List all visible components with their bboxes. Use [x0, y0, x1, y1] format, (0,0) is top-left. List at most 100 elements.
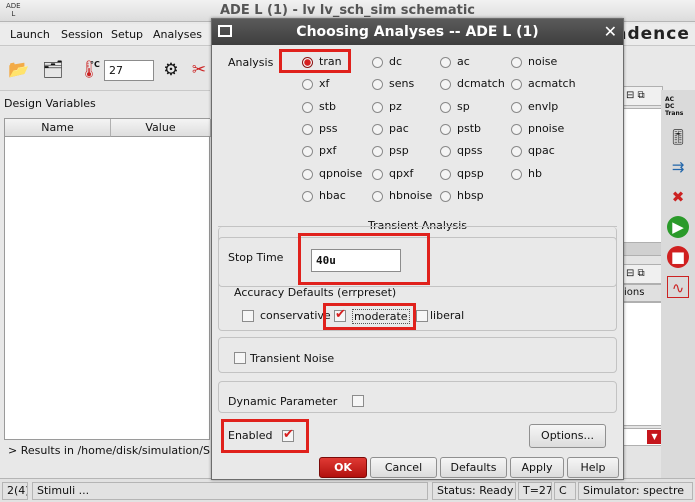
panel-window-controls[interactable]: ⊟ ⧉ [623, 86, 663, 106]
transient-noise-checkbox[interactable] [234, 352, 246, 364]
radio-dot[interactable] [372, 101, 383, 113]
radio-sens[interactable]: sens [372, 75, 440, 93]
status-simulator: Simulator: spectre [578, 482, 693, 500]
radio-pxf[interactable]: pxf [302, 142, 370, 160]
radio-pac[interactable]: pac [372, 120, 440, 138]
radio-hbac[interactable]: hbac [302, 187, 370, 205]
design-variables-label: Design Variables [4, 97, 96, 110]
radio-dot[interactable] [302, 79, 313, 91]
radio-hbnoise[interactable]: hbnoise [372, 187, 440, 205]
radio-dot[interactable] [440, 57, 451, 68]
radio-dot[interactable] [302, 168, 313, 180]
stop-icon[interactable]: ■ [667, 246, 689, 268]
enabled-highlight [221, 419, 309, 453]
radio-qpac[interactable]: qpac [511, 142, 579, 160]
mode-dc: DC [665, 103, 675, 110]
load-state-icon[interactable]: 📂 [8, 59, 30, 81]
radio-dot[interactable] [511, 101, 522, 113]
outputs-list-area[interactable] [623, 302, 663, 426]
radio-dot[interactable] [511, 168, 522, 180]
radio-label: pnoise [528, 121, 565, 135]
radio-dot[interactable] [302, 146, 313, 158]
radio-hbsp[interactable]: hbsp [440, 187, 508, 205]
delete-icon[interactable]: ✖ [667, 186, 689, 208]
radio-pz[interactable]: pz [372, 98, 440, 116]
ac-dc-trans-icon[interactable]: AC DC Trans [665, 96, 683, 117]
cadence-logo: adence [615, 24, 690, 44]
radio-sp[interactable]: sp [440, 98, 508, 116]
analyses-scrollbar[interactable] [623, 242, 663, 256]
radio-dot[interactable] [511, 146, 522, 158]
dynamic-parameter-checkbox[interactable] [352, 395, 364, 407]
defaults-button[interactable]: Defaults [440, 457, 507, 478]
chevron-down-icon[interactable]: ▼ [647, 430, 662, 444]
radio-dot[interactable] [440, 123, 451, 135]
radio-dot[interactable] [372, 123, 383, 135]
transient-noise-label: Transient Noise [250, 352, 335, 365]
radio-dot[interactable] [511, 123, 522, 135]
setup-icon[interactable]: ⚙ [160, 59, 182, 81]
radio-qpss[interactable]: qpss [440, 142, 508, 160]
radio-dot[interactable] [511, 79, 522, 91]
radio-dot[interactable] [440, 101, 451, 113]
radio-dot[interactable] [372, 79, 383, 91]
radio-dot[interactable] [302, 190, 313, 202]
radio-qpxf[interactable]: qpxf [372, 165, 440, 183]
radio-pnoise[interactable]: pnoise [511, 120, 579, 138]
help-button[interactable]: Help [567, 457, 619, 478]
radio-dcmatch[interactable]: dcmatch [440, 75, 508, 93]
radio-dot[interactable] [302, 101, 313, 113]
radio-stb[interactable]: stb [302, 98, 370, 116]
menu-session[interactable]: Session [61, 28, 103, 41]
radio-dot[interactable] [440, 146, 451, 158]
radio-dc[interactable]: dc [372, 53, 440, 71]
radio-envlp[interactable]: envlp [511, 98, 579, 116]
menu-analyses[interactable]: Analyses [153, 28, 202, 41]
tuning-icon[interactable]: 🎚 [667, 126, 689, 148]
tool-icon[interactable]: ✂ [188, 59, 210, 81]
radio-dot[interactable] [440, 168, 451, 180]
design-variables-table[interactable]: Name Value [4, 118, 211, 440]
apply-button[interactable]: Apply [510, 457, 564, 478]
radio-dot[interactable] [372, 168, 383, 180]
run-icon[interactable]: ▶ [667, 216, 689, 238]
temperature-input[interactable]: 27 [104, 60, 154, 81]
radio-dot[interactable] [372, 57, 383, 68]
radio-psp[interactable]: psp [372, 142, 440, 160]
radio-dot[interactable] [372, 190, 383, 202]
outputs-window-controls[interactable]: ⊟ ⧉ [623, 264, 663, 284]
radio-dot[interactable] [440, 79, 451, 91]
radio-pstb[interactable]: pstb [440, 120, 508, 138]
ok-button[interactable]: OK [319, 457, 367, 478]
radio-dot[interactable] [372, 146, 383, 158]
dv-header-name[interactable]: Name [5, 119, 111, 137]
netlist-icon[interactable]: ⇉ [667, 156, 689, 178]
radio-ac[interactable]: ac [440, 53, 508, 71]
cancel-button[interactable]: Cancel [370, 457, 437, 478]
conservative-checkbox[interactable] [242, 310, 254, 322]
radio-dot[interactable] [302, 123, 313, 135]
dv-header-value[interactable]: Value [111, 119, 211, 137]
radio-label: qpac [528, 144, 555, 158]
folder-icon[interactable]: 🗂 [42, 59, 64, 81]
radio-qpnoise[interactable]: qpnoise [302, 165, 370, 183]
analyses-list-area[interactable] [623, 108, 663, 244]
radio-dot[interactable] [511, 57, 522, 68]
radio-acmatch[interactable]: acmatch [511, 75, 579, 93]
menu-launch[interactable]: Launch [10, 28, 50, 41]
radio-pss[interactable]: pss [302, 120, 370, 138]
radio-dot[interactable] [440, 190, 451, 202]
outputs-tab-header: ions [623, 284, 663, 302]
mode-trans: Trans [665, 110, 684, 117]
radio-xf[interactable]: xf [302, 75, 370, 93]
status-stimuli[interactable]: Stimuli ... [32, 482, 428, 500]
side-toolbar: AC DC Trans 🎚 ⇉ ✖ ▶ ■ ∿ [661, 90, 695, 480]
plot-results-icon[interactable]: ∿ [667, 276, 689, 298]
menu-setup[interactable]: Setup [111, 28, 143, 41]
radio-noise[interactable]: noise [511, 53, 579, 71]
liberal-checkbox[interactable] [416, 310, 428, 322]
radio-qpsp[interactable]: qpsp [440, 165, 508, 183]
radio-hb[interactable]: hb [511, 165, 579, 183]
analysis-radio-group: tran dc ac noise xf sens dcmatch acmatch stb pz sp… [212, 19, 623, 219]
options-button[interactable]: Options... [529, 424, 606, 448]
